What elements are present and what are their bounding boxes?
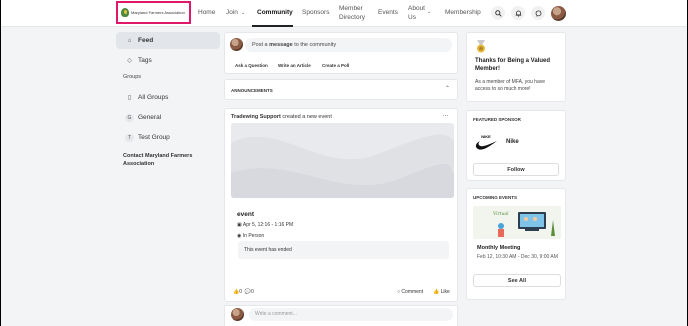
medal-icon (475, 40, 487, 53)
location-pin-icon: ◉ (237, 233, 242, 239)
write-article-button[interactable]: Write an Article (278, 63, 311, 68)
group-badge-icon: G (125, 113, 134, 122)
sidebar-item-feed[interactable]: ⌂ Feed (116, 32, 220, 49)
sidebar-item-label: Tags (138, 57, 152, 64)
nav-community[interactable]: Community (257, 9, 293, 17)
sponsor-name[interactable]: Nike (506, 139, 519, 145)
upcoming-events-heading: UPCOMING EVENTS (473, 195, 518, 200)
ask-question-button[interactable]: Ask a Question (235, 63, 268, 68)
tag-icon: ◇ (127, 58, 132, 64)
placeholder-text: to the community (292, 42, 337, 48)
group-badge-icon: T (125, 133, 134, 142)
event-thumbnail[interactable]: Virtual (473, 206, 561, 239)
sidebar-item-label: Feed (138, 37, 154, 44)
announcements-label: ANNOUNCEMENTS (231, 88, 273, 93)
user-avatar[interactable] (551, 6, 566, 21)
nav-join-label: Join (226, 9, 238, 16)
sidebar-item-general[interactable]: G General (116, 109, 220, 126)
comment-count: 0 (251, 289, 254, 295)
event-ended-notice: This event has ended (238, 241, 449, 259)
sidebar-item-label: General (138, 114, 162, 121)
more-options-icon[interactable]: … (442, 111, 449, 118)
nav-membership[interactable]: Membership (445, 9, 481, 17)
post-composer: Post a message to the community Ask a Qu… (224, 32, 458, 74)
welcome-title: Thanks for Being a Valued Member! (475, 58, 551, 72)
virtual-meeting-illustration: Virtual (473, 206, 561, 239)
nav-sponsors[interactable]: Sponsors (302, 9, 329, 17)
placeholder-text: Post a (252, 42, 270, 48)
sidebar-item-test-group[interactable]: T Test Group (116, 129, 220, 146)
post-header: Tradewing Support created a new event (231, 114, 332, 120)
bell-icon[interactable] (511, 6, 525, 20)
main-nav: Home Join ⌄ Community Sponsors Member Dir… (1, 0, 687, 27)
nav-events[interactable]: Events (378, 9, 398, 17)
follow-button[interactable]: Follow (473, 163, 559, 176)
post-author[interactable]: Tradewing Support (231, 114, 281, 120)
chat-icon[interactable] (531, 6, 545, 20)
top-navbar: Maryland Farmers Association Home Join ⌄ … (1, 0, 687, 27)
featured-sponsor-card: FEATURED SPONSOR NIKE Nike Follow (466, 110, 566, 181)
chevron-down-icon: ⌄ (240, 10, 246, 16)
groups-heading: Groups (123, 74, 142, 80)
app-window: Maryland Farmers Association Home Join ⌄ … (1, 0, 687, 326)
sidebar-item-all-groups[interactable]: ▯ All Groups (116, 89, 220, 106)
home-icon: ⌂ (127, 37, 132, 44)
svg-text:Virtual: Virtual (493, 211, 509, 217)
post-action-text: created a new event (282, 114, 332, 120)
placeholder-bold: message (269, 42, 293, 48)
comment-avatar (231, 308, 244, 321)
reaction-counts: 👍0 💬0 (233, 289, 254, 295)
sidebar-item-tags[interactable]: ◇ Tags (116, 52, 220, 69)
nike-logo[interactable]: NIKE (473, 130, 499, 156)
see-all-button[interactable]: See All (473, 274, 561, 287)
announcements-bar[interactable]: ANNOUNCEMENTS ⌃ (224, 79, 458, 100)
event-title[interactable]: event (237, 211, 254, 218)
svg-text:NIKE: NIKE (481, 134, 491, 139)
comment-icon: ○ (397, 289, 401, 295)
nav-about-us[interactable]: About Us (408, 4, 425, 22)
event-post-card: Tradewing Support created a new event … … (224, 108, 458, 302)
composer-avatar (230, 38, 243, 51)
chevron-down-icon[interactable]: ⌄ (427, 8, 431, 16)
upcoming-events-card: UPCOMING EVENTS Virtual Monthly Meeting … (466, 188, 566, 300)
sidebar-item-label: Test Group (138, 134, 170, 141)
welcome-body: As a member of MFA, you have access to s… (475, 79, 546, 92)
sidebar-item-label: All Groups (138, 94, 169, 101)
comment-button[interactable]: ○ Comment (397, 289, 423, 295)
comment-composer: Write a comment... (224, 305, 458, 326)
event-datetime: Apr 5, 12:16 - 1:16 PM (242, 222, 294, 228)
contact-link[interactable]: Contact Maryland Farmers Association (123, 152, 215, 168)
event-location-row: ◉ In Person (237, 233, 264, 239)
sponsor-heading: FEATURED SPONSOR (473, 117, 521, 122)
calendar-icon: ▣ (237, 222, 242, 228)
nav-join[interactable]: Join ⌄ (226, 9, 245, 17)
comment-input[interactable]: Write a comment... (249, 308, 453, 321)
post-input[interactable]: Post a message to the community (245, 38, 452, 52)
chevron-up-icon[interactable]: ⌃ (445, 85, 450, 92)
welcome-card: Thanks for Being a Valued Member! As a m… (466, 32, 566, 102)
wave-graphic (231, 123, 454, 198)
thumbs-up-icon: 👍 (433, 289, 440, 295)
comment-label: Comment (401, 289, 424, 295)
event-datetime-row: ▣ Apr 5, 12:16 - 1:16 PM (237, 222, 293, 228)
event-cover-image[interactable] (231, 123, 454, 198)
event-location: In Person (242, 233, 265, 239)
create-poll-button[interactable]: Create a Poll (322, 63, 349, 68)
book-icon: ▯ (127, 95, 132, 101)
search-icon[interactable] (491, 6, 505, 20)
nav-home[interactable]: Home (198, 9, 215, 17)
active-tab-indicator (252, 25, 293, 27)
like-count: 0 (239, 289, 243, 295)
like-label: Like (440, 289, 450, 295)
event-dates: Feb 12, 10:30 AM - Dec 30, 9:00 AM (477, 254, 558, 260)
like-button[interactable]: 👍 Like (433, 289, 450, 295)
event-name[interactable]: Monthly Meeting (477, 245, 520, 251)
nav-member-directory[interactable]: Member Directory (339, 4, 369, 22)
